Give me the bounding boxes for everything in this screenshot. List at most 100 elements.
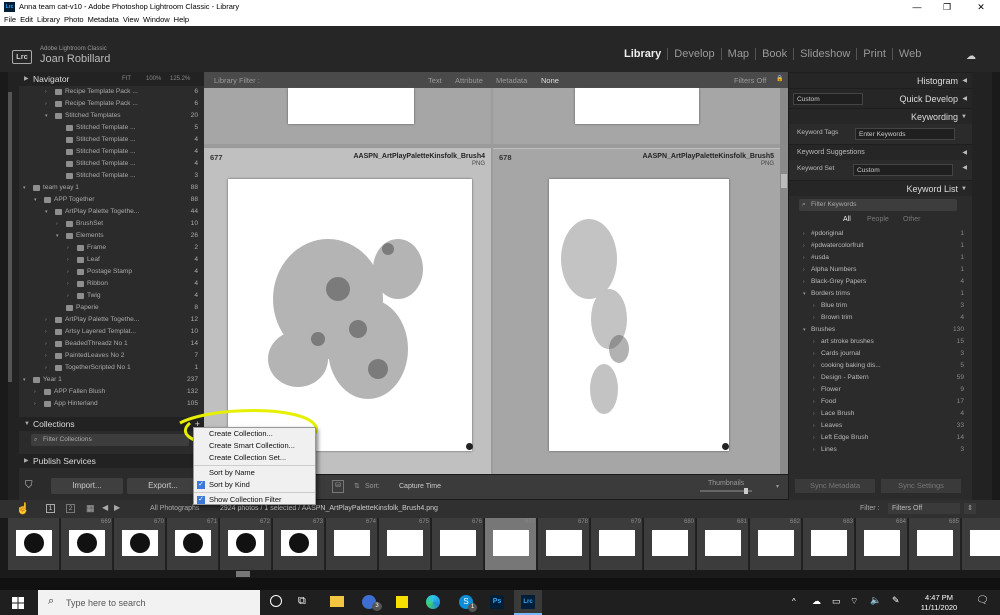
keyword-row[interactable]: › Food 17	[789, 396, 972, 408]
chevron-right-icon[interactable]: ›	[803, 240, 805, 252]
filmstrip-thumbnail[interactable]	[493, 530, 529, 556]
filter-keywords-input[interactable]: ⌕ Filter Keywords	[799, 199, 957, 211]
chevron-right-icon[interactable]: ›	[45, 314, 47, 326]
thumbnail[interactable]	[549, 179, 729, 451]
keyword-set-dropdown[interactable]: Custom	[853, 164, 953, 176]
navigator-header[interactable]: ▶ Navigator FIT 100% 125.2%	[19, 72, 204, 86]
folder-row[interactable]: Paperie 8	[19, 302, 204, 314]
filmstrip-cell[interactable]: 679	[591, 518, 643, 570]
filmstrip-thumbnail[interactable]	[334, 530, 370, 556]
filter-tab-metadata[interactable]: Metadata	[496, 76, 527, 85]
folder-row[interactable]: › TogetherScripted No 1 1	[19, 362, 204, 374]
chevron-right-icon[interactable]: ›	[56, 218, 58, 230]
chevron-right-icon[interactable]: ›	[67, 254, 69, 266]
chevron-right-icon[interactable]: ›	[803, 276, 805, 288]
tray-chevron-icon[interactable]: ^	[792, 597, 796, 606]
chevron-right-icon[interactable]: ›	[67, 242, 69, 254]
grid-cell-top-right[interactable]	[493, 88, 780, 144]
expand-triangle-icon[interactable]: ◀	[962, 164, 967, 171]
chevron-right-icon[interactable]: ›	[67, 266, 69, 278]
sort-dropdown[interactable]: Capture Time	[399, 483, 441, 490]
task-view-icon[interactable]: ⧉	[298, 595, 306, 608]
keyword-row[interactable]: › Alpha Numbers 1	[789, 264, 972, 276]
chevron-right-icon[interactable]: ›	[813, 420, 815, 432]
keyword-list-header[interactable]: Keyword List ▼	[789, 180, 972, 196]
filmstrip-cell[interactable]	[8, 518, 60, 570]
folder-row[interactable]: Stitched Template ... 4	[19, 158, 204, 170]
filmstrip-cell[interactable]: 685	[909, 518, 961, 570]
keyword-row[interactable]: › Lines 3	[789, 444, 972, 456]
keyword-row[interactable]: › Brown trim 4	[789, 312, 972, 324]
toolbar-menu-icon[interactable]: ▾	[776, 483, 779, 490]
folder-row[interactable]: ▾ ArtPlay Palette Togethe... 44	[19, 206, 204, 218]
zoom-125[interactable]: 125.2%	[170, 72, 190, 86]
thumbnail[interactable]	[288, 88, 414, 124]
filmstrip-thumbnail[interactable]	[599, 530, 635, 556]
filmstrip-thumbnail[interactable]	[228, 530, 264, 556]
filmstrip-thumbnail[interactable]	[652, 530, 688, 556]
keyword-row[interactable]: › art stroke brushes 15	[789, 336, 972, 348]
folder-row[interactable]: › ArtPlay Palette Togethe... 12	[19, 314, 204, 326]
folder-row[interactable]: ▾ Year 1 237	[19, 374, 204, 386]
spray-can-icon[interactable]: ⛁	[332, 480, 344, 493]
folder-row[interactable]: › Artsy Layered Templat... 10	[19, 326, 204, 338]
filmstrip-thumbnail[interactable]	[281, 530, 317, 556]
windows-start-icon[interactable]	[12, 597, 24, 609]
battery-icon[interactable]: ▭	[832, 596, 841, 607]
chevron-right-icon[interactable]: ›	[45, 338, 47, 350]
chevron-right-icon[interactable]: ›	[813, 312, 815, 324]
cloud-icon[interactable]: ☁	[966, 51, 976, 62]
filmstrip-thumbnail[interactable]	[387, 530, 423, 556]
keyword-row[interactable]: › #pdwatercolorfruit 1	[789, 240, 972, 252]
folder-row[interactable]: ▾ Stitched Templates 20	[19, 110, 204, 122]
keyword-tags-dropdown[interactable]: Enter Keywords	[855, 128, 955, 140]
zoom-fit[interactable]: FIT	[122, 72, 131, 86]
chevron-right-icon[interactable]: ›	[45, 362, 47, 374]
quick-develop-header[interactable]: Custom Quick Develop ◀	[789, 88, 972, 108]
keyword-row[interactable]: › Blue trim 3	[789, 300, 972, 312]
chevron-right-icon[interactable]: ›	[67, 278, 69, 290]
folder-row[interactable]: Stitched Template ... 5	[19, 122, 204, 134]
filmstrip-thumbnail[interactable]	[758, 530, 794, 556]
context-menu-item[interactable]: ✓ Show Collection Filter	[194, 494, 315, 506]
module-library[interactable]: Library	[618, 48, 667, 60]
module-map[interactable]: Map	[720, 48, 755, 60]
sticky-notes-icon[interactable]	[396, 596, 408, 608]
chevron-right-icon[interactable]: ›	[813, 372, 815, 384]
keyword-row[interactable]: › Left Edge Brush 14	[789, 432, 972, 444]
filmstrip-cell[interactable]: 683	[803, 518, 855, 570]
folder-row[interactable]: › Postage Stamp 4	[19, 266, 204, 278]
folder-row[interactable]: › Twig 4	[19, 290, 204, 302]
chevron-down-icon[interactable]: ▾	[23, 374, 26, 386]
close-button[interactable]: ✕	[970, 0, 992, 14]
filmstrip-cell[interactable]: 680	[644, 518, 696, 570]
folder-row[interactable]: › Frame 2	[19, 242, 204, 254]
filmstrip-thumbnail[interactable]	[917, 530, 953, 556]
saved-preset-dropdown[interactable]: Custom	[793, 93, 863, 105]
filmstrip-cell[interactable]: 684	[856, 518, 908, 570]
zoom-100[interactable]: 100%	[146, 72, 161, 86]
chevron-right-icon[interactable]: ›	[803, 264, 805, 276]
chevron-right-icon[interactable]: ›	[45, 98, 47, 110]
filter-lock-icon[interactable]: ⇕	[964, 503, 976, 514]
chevron-right-icon[interactable]: ›	[45, 350, 47, 362]
keyword-row[interactable]: › Design - Pattern 59	[789, 372, 972, 384]
keyword-row[interactable]: ▾ Brushes 130	[789, 324, 972, 336]
sort-direction-icon[interactable]: ⇅	[354, 482, 360, 490]
folder-row[interactable]: › BrushSet 10	[19, 218, 204, 230]
chevron-right-icon[interactable]: ›	[813, 348, 815, 360]
keyword-tab-people[interactable]: People	[867, 216, 889, 223]
keyword-row[interactable]: › Cards journal 3	[789, 348, 972, 360]
filmstrip-cell[interactable]: 681	[697, 518, 749, 570]
filmstrip-cell[interactable]: 671	[167, 518, 219, 570]
chevron-right-icon[interactable]: ›	[67, 290, 69, 302]
left-scrollbar[interactable]	[8, 92, 12, 382]
lightroom-taskbar-button[interactable]: Lrc	[514, 590, 542, 615]
folder-row[interactable]: ▾ Elements 26	[19, 230, 204, 242]
folder-row[interactable]: › BeadedThreadz No 1 14	[19, 338, 204, 350]
menu-library[interactable]: Library	[37, 14, 60, 26]
context-menu-item[interactable]: Create Collection Set...	[194, 452, 315, 464]
grid-scroll-thumb[interactable]	[781, 174, 787, 188]
sync-settings-button[interactable]: Sync Settings	[881, 479, 961, 493]
context-menu-item[interactable]: Sort by Name	[194, 467, 315, 479]
